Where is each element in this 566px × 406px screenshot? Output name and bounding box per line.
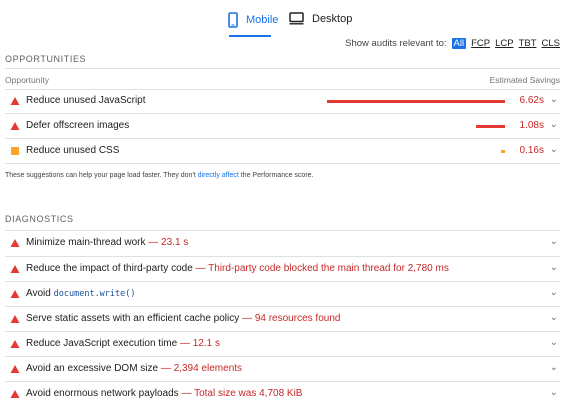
savings-column-header: Estimated Savings [489,75,560,85]
diagnostic-title: Reduce JavaScript execution time [26,338,178,349]
display-value: Total size was 4,708 KiB [194,388,303,399]
opportunity-label: Defer offscreen images [26,120,130,131]
tab-desktop[interactable]: Desktop [289,12,352,25]
triangle-icon [10,265,20,273]
display-value: 23.1 s [161,237,189,248]
diagnostic-title: Reduce the impact of third-party code [26,263,193,274]
triangle-icon [10,390,20,398]
opportunities-title: OPPORTUNITIES [5,54,87,64]
opportunity-label: Reduce unused CSS [26,145,120,156]
divider [5,163,560,164]
savings-bar [501,150,505,153]
opportunities-hint: These suggestions can help your page loa… [5,172,314,179]
display-value: 12.1 s [192,338,220,349]
diagnostic-row[interactable]: Avoid document.write() ⌄ [0,282,566,306]
square-icon [11,147,19,155]
savings-value: 0.16s [519,145,544,156]
savings-value: 1.08s [519,120,544,131]
chevron-down-icon[interactable]: ⌄ [550,262,558,273]
diagnostic-title: Avoid enormous network payloads [26,388,179,399]
filter-chip-cls[interactable]: CLS [542,38,560,49]
chevron-down-icon[interactable]: ⌄ [550,337,558,348]
filter-chip-fcp[interactable]: FCP [471,38,490,49]
diagnostic-title: Minimize main-thread work [26,237,146,248]
triangle-icon [10,97,20,105]
divider [5,68,560,69]
chevron-down-icon[interactable]: ⌄ [550,236,558,247]
diagnostic-row[interactable]: Avoid an excessive DOM size — 2,394 elem… [0,357,566,381]
filter-chip-all[interactable]: All [451,38,467,49]
savings-value: 6.62s [519,95,544,106]
separator: — [239,313,255,324]
separator: — [145,237,162,248]
triangle-icon [10,290,20,298]
diagnostic-label: Serve static assets with an efficient ca… [26,313,340,324]
triangle-icon [10,239,20,247]
display-value: 2,394 elements [173,363,243,374]
diagnostic-label: Reduce the impact of third-party code — … [26,263,449,274]
display-value: Third-party code blocked the main thread… [208,263,449,274]
diagnostic-title: Avoid an excessive DOM size [26,363,159,374]
diagnostic-label: Avoid enormous network payloads — Total … [26,388,302,399]
diagnostic-row[interactable]: Avoid enormous network payloads — Total … [0,382,566,406]
diagnostic-label: Minimize main-thread work — 23.1 s [26,237,188,248]
filter-chip-tbt[interactable]: TBT [519,38,537,49]
opportunity-row[interactable]: Reduce unused CSS 0.16s ⌄ [0,139,566,163]
active-tab-indicator [229,35,271,37]
tab-mobile-label: Mobile [246,14,279,26]
chevron-down-icon[interactable]: ⌄ [550,362,558,373]
chevron-down-icon[interactable]: ⌄ [550,312,558,323]
opportunity-row[interactable]: Reduce unused JavaScript 6.62s ⌄ [0,89,566,113]
opportunity-label: Reduce unused JavaScript [26,95,146,106]
diagnostics-title: DIAGNOSTICS [5,214,74,224]
opportunity-column-header: Opportunity [5,75,49,85]
chevron-down-icon[interactable]: ⌄ [550,387,558,398]
diagnostic-label: Reduce JavaScript execution time — 12.1 … [26,338,220,349]
separator: — [192,263,209,274]
opportunity-row[interactable]: Defer offscreen images 1.08s ⌄ [0,114,566,138]
phone-icon [228,12,238,28]
monitor-icon [289,12,304,25]
separator: — [158,363,174,374]
chevron-down-icon[interactable]: ⌄ [550,287,558,298]
triangle-icon [10,365,20,373]
triangle-icon [10,122,20,130]
savings-bar [476,125,505,128]
diagnostic-label: Avoid an excessive DOM size — 2,394 elem… [26,363,242,374]
diagnostic-label: Avoid document.write() [26,288,136,299]
chevron-down-icon[interactable]: ⌄ [550,94,558,105]
savings-bar [327,100,505,103]
chevron-down-icon[interactable]: ⌄ [550,144,558,155]
diagnostic-row[interactable]: Reduce JavaScript execution time — 12.1 … [0,332,566,356]
filter-chip-lcp[interactable]: LCP [495,38,513,49]
separator: — [178,388,195,399]
tab-mobile[interactable]: Mobile [228,12,278,28]
hint-text: the Performance score. [238,172,314,179]
code-snippet: document.write() [53,289,136,299]
tab-desktop-label: Desktop [312,12,353,25]
display-value: 94 resources found [254,313,341,324]
diagnostic-title: Serve static assets with an efficient ca… [26,313,240,324]
separator: — [177,338,193,349]
audit-filter-label: Show audits relevant to: [345,38,447,49]
directly-affect-link[interactable]: directly affect [198,172,239,179]
diagnostic-title: Avoid [26,288,54,299]
chevron-down-icon[interactable]: ⌄ [550,119,558,130]
audit-filter: Show audits relevant to: All FCP LCP TBT… [345,38,560,49]
triangle-icon [10,315,20,323]
diagnostic-row[interactable]: Serve static assets with an efficient ca… [0,307,566,331]
diagnostic-row[interactable]: Reduce the impact of third-party code — … [0,257,566,281]
triangle-icon [10,340,20,348]
hint-text: These suggestions can help your page loa… [5,172,198,179]
diagnostic-row[interactable]: Minimize main-thread work — 23.1 s ⌄ [0,231,566,255]
